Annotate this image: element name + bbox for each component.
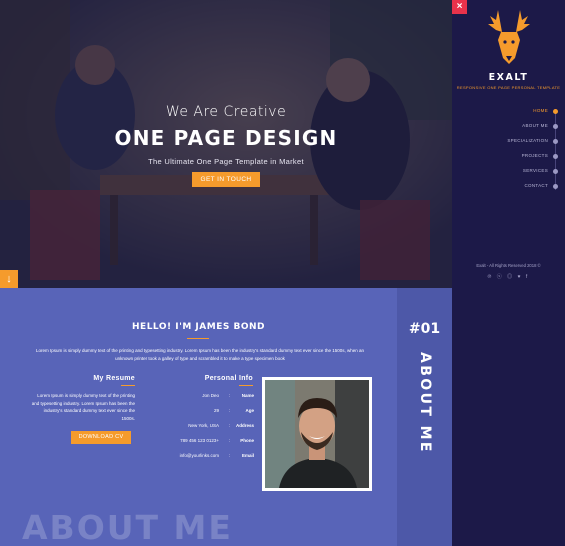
logo-tagline: RESPONSIVE ONE PAGE PERSONAL TEMPLATE xyxy=(456,85,561,90)
nav-item-home[interactable]: HOME xyxy=(468,105,558,120)
personal-info-row: 789 456 123 0123+: Phone xyxy=(150,438,254,453)
separator: : xyxy=(229,453,231,458)
info-key: Age xyxy=(245,408,254,413)
about-intro-text: Lorem Ipsum is simply dummy text of the … xyxy=(36,348,364,361)
heading-underline xyxy=(187,338,209,340)
facebook-icon[interactable]: f xyxy=(526,274,529,280)
separator: : xyxy=(229,408,231,413)
nav-item-about-me[interactable]: ABOUT ME xyxy=(468,120,558,135)
resume-title: My Resume xyxy=(93,375,135,382)
about-heading: HELLO! I'M JAMES BOND xyxy=(132,322,265,332)
logo[interactable]: EXALT RESPONSIVE ONE PAGE PERSONAL TEMPL… xyxy=(452,6,565,90)
nav-item-label: SPECIALIZATION xyxy=(507,138,548,143)
info-value: 29 xyxy=(213,408,219,413)
logo-name: EXALT xyxy=(488,72,529,83)
about-section: #01 ABOUT ME HELLO! I'M JAMES BOND Lorem… xyxy=(0,288,452,546)
resume-underline xyxy=(121,385,135,386)
arrow-down-icon: ↓ xyxy=(6,273,12,285)
personal-info-row: New York, USA: Address xyxy=(150,423,254,438)
nav-item-projects[interactable]: PROJECTS xyxy=(468,150,558,165)
info-key: Name xyxy=(241,393,254,398)
nav-dot xyxy=(553,183,558,189)
sidebar: EXALT RESPONSIVE ONE PAGE PERSONAL TEMPL… xyxy=(452,0,565,546)
info-key: Email xyxy=(241,453,254,458)
about-watermark: ABOUT ME xyxy=(22,508,233,546)
info-key: Address xyxy=(235,423,254,428)
nav-item-label: CONTACT xyxy=(524,183,548,188)
nav-item-label: HOME xyxy=(533,108,548,113)
info-key: Phone xyxy=(240,438,254,443)
separator: : xyxy=(229,438,231,443)
nav-item-contact[interactable]: CONTACT xyxy=(468,180,558,195)
get-in-touch-button[interactable]: GET IN TOUCH xyxy=(192,172,260,187)
hero-tagline: The Ultimate One Page Template in Market xyxy=(148,157,304,166)
hero-section: We Are Creative ONE PAGE DESIGN The Ulti… xyxy=(0,0,452,288)
copyright-text: Exalt - All Rights Reserved 2018 © xyxy=(476,263,541,268)
twitter-icon[interactable]: ♥ xyxy=(518,274,523,280)
nav-dot xyxy=(553,138,558,144)
download-cv-button[interactable]: DOWNLOAD CV xyxy=(71,431,131,444)
nav-dot xyxy=(553,168,558,174)
nav-dot xyxy=(553,123,558,129)
hero-content: We Are Creative ONE PAGE DESIGN The Ulti… xyxy=(0,104,452,187)
pinterest-icon[interactable]: ℗ xyxy=(488,274,494,280)
info-value: info@yourlinks.com xyxy=(179,453,219,458)
hero-subtitle: We Are Creative xyxy=(165,104,287,120)
nav-dot xyxy=(553,153,558,159)
separator: : xyxy=(229,393,231,398)
hero-title: ONE PAGE DESIGN xyxy=(114,126,338,150)
close-button[interactable]: × xyxy=(452,0,467,14)
nav-item-specialization[interactable]: SPECIALIZATION xyxy=(468,135,558,150)
section-number: #01 xyxy=(408,321,441,337)
profile-photo xyxy=(262,377,372,491)
skype-icon[interactable]: ⓢ xyxy=(497,274,504,280)
social-links: ℗ ⓢ ◎ ♥ f xyxy=(452,273,565,280)
deer-logo-icon xyxy=(487,10,530,64)
separator: : xyxy=(229,423,231,428)
info-value: 789 456 123 0123+ xyxy=(180,438,219,443)
instagram-icon[interactable]: ◎ xyxy=(507,274,514,280)
personal-info-title: Personal Info xyxy=(204,375,253,382)
info-value: New York, USA xyxy=(188,423,219,428)
personal-info-underline xyxy=(239,385,253,386)
about-side-panel: #01 ABOUT ME xyxy=(397,288,452,546)
main-nav: HOME ABOUT ME SPECIALIZATION PROJECTS SE… xyxy=(468,105,558,195)
nav-item-label: ABOUT ME xyxy=(522,123,548,128)
personal-info-list: Jon Deo: Name 29: Age New York, USA: Addres… xyxy=(150,393,254,468)
personal-info-row: info@yourlinks.com: Email xyxy=(150,453,254,468)
vertical-section-title: ABOUT ME xyxy=(417,352,433,454)
scroll-down-button[interactable]: ↓ xyxy=(0,270,18,288)
nav-dot xyxy=(553,108,558,114)
personal-info-row: Jon Deo: Name xyxy=(150,393,254,408)
profile-photo-image xyxy=(265,380,369,488)
info-value: Jon Deo xyxy=(202,393,219,398)
personal-info-row: 29: Age xyxy=(150,408,254,423)
resume-text: Lorem Ipsum is simply dummy text of the … xyxy=(31,393,135,421)
nav-item-label: PROJECTS xyxy=(521,153,548,158)
nav-item-label: SERVICES xyxy=(522,168,548,173)
nav-item-services[interactable]: SERVICES xyxy=(468,165,558,180)
